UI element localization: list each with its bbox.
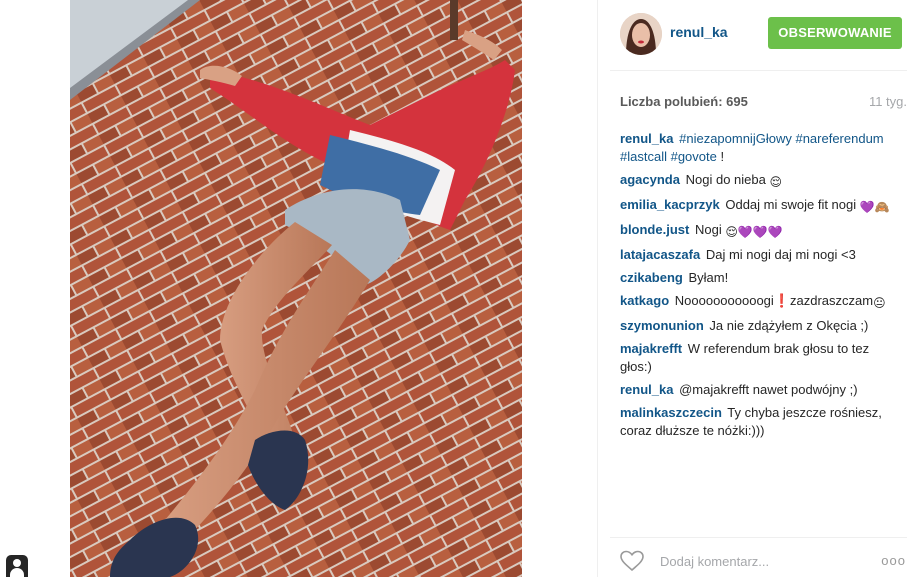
caption-suffix: ! xyxy=(720,149,725,164)
list-item: latajacaszafa Daj mi nogi daj mi nogi <3 xyxy=(620,246,898,264)
emoji: 😌 xyxy=(769,175,782,189)
comment-username[interactable]: czikabeng xyxy=(620,270,683,285)
comment-username[interactable]: emilia_kacprzyk xyxy=(620,197,720,212)
comment-text: Nogi do nieba xyxy=(685,172,766,187)
post-header: renul_ka OBSERWOWANIE xyxy=(598,0,907,70)
header-divider xyxy=(610,70,907,71)
comment-username[interactable]: renul_ka xyxy=(620,382,673,397)
caption-username[interactable]: renul_ka xyxy=(620,131,673,146)
comment-username[interactable]: szymonunion xyxy=(620,318,704,333)
left-gutter xyxy=(0,0,70,577)
post-time[interactable]: 11 tyg. xyxy=(869,94,907,109)
comment-input[interactable] xyxy=(660,551,860,571)
comment-username[interactable]: katkago xyxy=(620,293,669,308)
emoji: 💜🙈 xyxy=(859,200,890,214)
comment-username[interactable]: majakrefft xyxy=(620,341,682,356)
follow-button[interactable]: OBSERWOWANIE xyxy=(768,17,902,49)
hashtag-link[interactable]: #lastcall xyxy=(620,149,667,164)
list-item: czikabeng Byłam! xyxy=(620,269,898,287)
post-photo[interactable] xyxy=(70,0,522,577)
comment-text: @majakrefft nawet podwójny ;) xyxy=(679,382,858,397)
comment-username[interactable]: blonde.just xyxy=(620,222,689,237)
emoji: 😌💜💜💜 xyxy=(725,225,783,239)
comment-username[interactable]: malinkaszczecin xyxy=(620,405,722,420)
comment-username[interactable]: latajacaszafa xyxy=(620,247,700,262)
caption: renul_ka #niezapomnijGłowy #nareferendum… xyxy=(620,130,898,166)
comment-text: Nogi xyxy=(694,222,722,237)
comment-text: Daj mi nogi daj mi nogi <3 xyxy=(705,247,856,262)
comment-text: Nooooooooooogi❗zazdraszczam xyxy=(674,293,874,308)
more-options-icon[interactable]: ooo xyxy=(881,553,906,568)
post-details-panel: renul_ka OBSERWOWANIE Liczba polubień: 6… xyxy=(597,0,907,577)
username-link[interactable]: renul_ka xyxy=(670,24,728,40)
list-item: renul_ka @majakrefft nawet podwójny ;) xyxy=(620,381,898,399)
likes-count[interactable]: Liczba polubień: 695 xyxy=(620,94,748,109)
list-item: malinkaszczecin Ty chyba jeszcze rośnies… xyxy=(620,404,898,440)
list-item: agacynda Nogi do nieba 😌 xyxy=(620,171,898,191)
avatar[interactable] xyxy=(620,13,662,55)
list-item: katkago Nooooooooooogi❗zazdraszczam😐 xyxy=(620,292,898,312)
comment-username[interactable]: agacynda xyxy=(620,172,680,187)
emoji: 😐 xyxy=(873,296,886,310)
hashtag-link[interactable]: #nareferendum xyxy=(795,131,883,146)
comment-text: Oddaj mi swoje fit nogi xyxy=(725,197,857,212)
hashtag-link[interactable]: #niezapomnijGłowy xyxy=(679,131,792,146)
list-item: majakrefft W referendum brak głosu to te… xyxy=(620,340,898,376)
comment-text: Ja nie zdążyłem z Okęcia ;) xyxy=(709,318,869,333)
user-icon[interactable] xyxy=(6,555,28,577)
comment-text: Byłam! xyxy=(688,270,729,285)
heart-icon[interactable] xyxy=(620,550,644,572)
comments-list: renul_ka #niezapomnijGłowy #nareferendum… xyxy=(620,130,898,528)
instagram-post-page: renul_ka OBSERWOWANIE Liczba polubień: 6… xyxy=(0,0,907,577)
list-item: blonde.just Nogi 😌💜💜💜 xyxy=(620,221,898,241)
comments-fade xyxy=(620,504,898,528)
post-footer: ooo xyxy=(598,537,907,577)
list-item: szymonunion Ja nie zdążyłem z Okęcia ;) xyxy=(620,317,898,335)
hashtag-link[interactable]: #govote xyxy=(671,149,717,164)
list-item: emilia_kacprzyk Oddaj mi swoje fit nogi … xyxy=(620,196,898,216)
